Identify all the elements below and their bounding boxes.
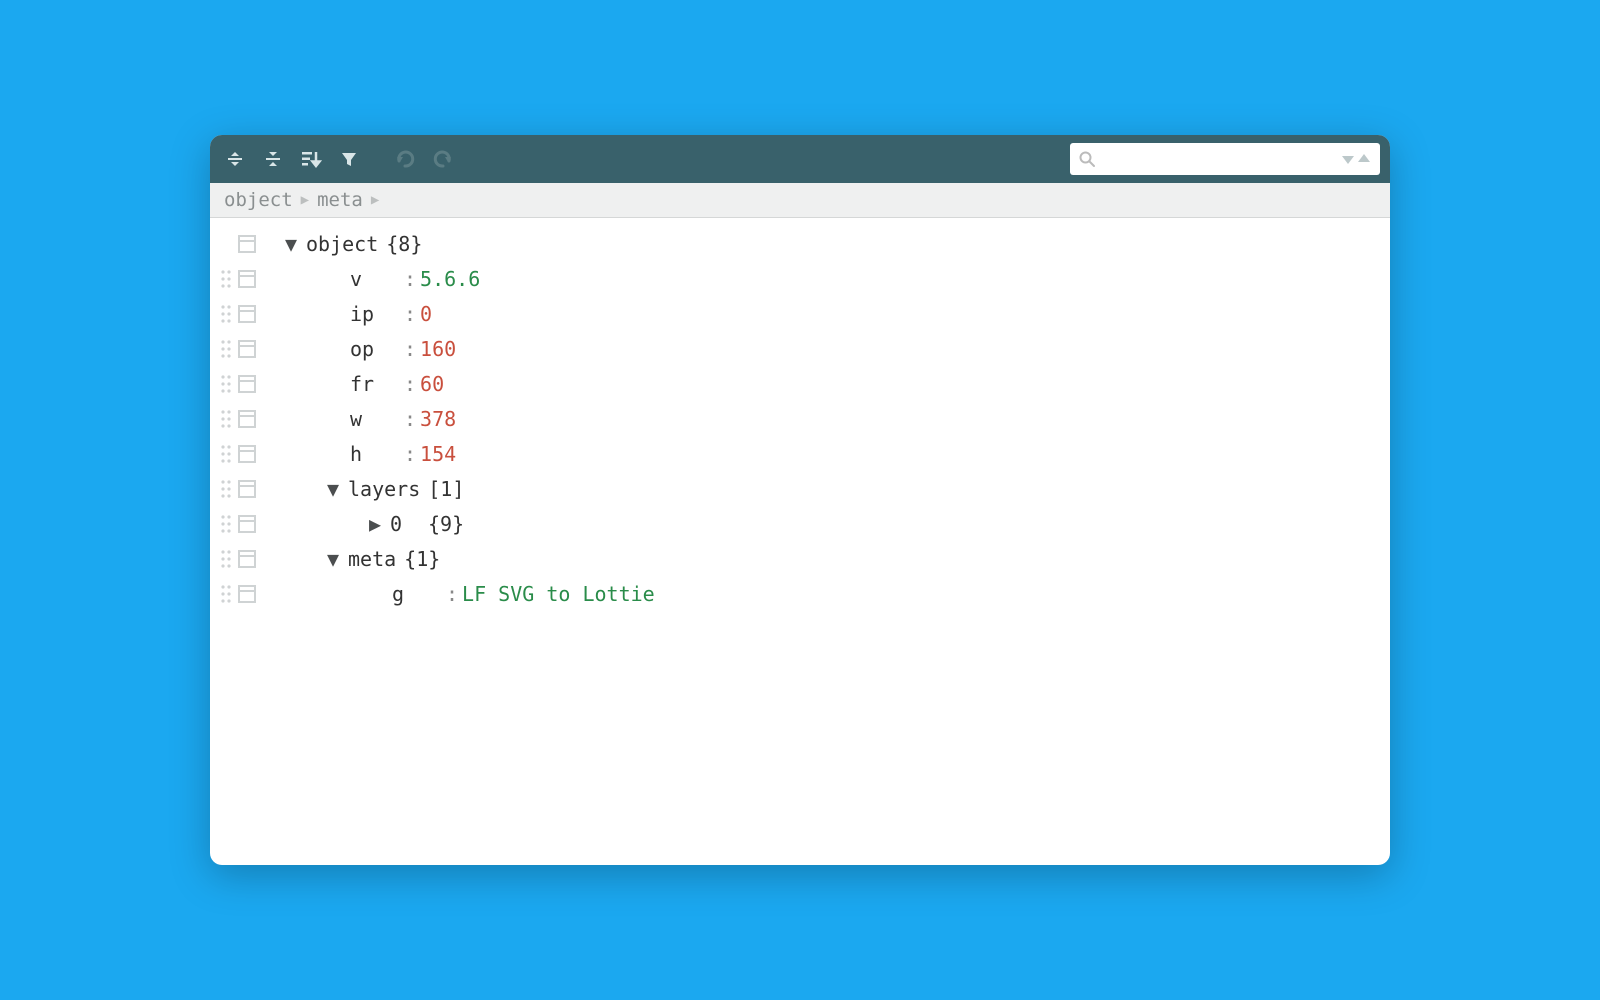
tree-value: 154: [420, 442, 456, 466]
row-menu-button[interactable]: [238, 550, 256, 568]
drag-handle-icon[interactable]: [218, 478, 234, 500]
tree-node-root[interactable]: ▼ object {8}: [210, 226, 1390, 261]
tree-key: g: [392, 582, 442, 606]
drag-handle-icon[interactable]: [218, 303, 234, 325]
breadcrumb: object ▶ meta ▶: [210, 183, 1390, 218]
tree-key: 0: [390, 512, 420, 536]
tree-value: 0: [420, 302, 432, 326]
tree-key: meta: [348, 547, 396, 571]
tree-node-meta[interactable]: ▼ meta {1}: [210, 541, 1390, 576]
colon: :: [404, 372, 416, 396]
row-menu-button[interactable]: [238, 515, 256, 533]
caret-down-icon[interactable]: ▼: [282, 232, 300, 256]
row-menu-button[interactable]: [238, 340, 256, 358]
tree-row[interactable]: ip : 0: [210, 296, 1390, 331]
expand-all-button[interactable]: [220, 144, 250, 174]
search-next-icon[interactable]: [1340, 152, 1356, 166]
row-menu-button[interactable]: [238, 305, 256, 323]
collapse-all-button[interactable]: [258, 144, 288, 174]
colon: :: [404, 442, 416, 466]
undo-button[interactable]: [390, 144, 420, 174]
tree-count: {8}: [386, 232, 422, 256]
tree-key: ip: [350, 302, 400, 326]
tree-key: object: [306, 232, 378, 256]
tree-value: 5.6.6: [420, 267, 480, 291]
tree-value: 378: [420, 407, 456, 431]
drag-handle-icon[interactable]: [218, 583, 234, 605]
search-box[interactable]: [1070, 143, 1380, 175]
tree-node-layers-0[interactable]: ▶ 0 {9}: [210, 506, 1390, 541]
json-tree: ▼ object {8} v : 5.6.6: [210, 218, 1390, 865]
chevron-right-icon: ▶: [301, 192, 309, 208]
drag-handle-icon[interactable]: [218, 338, 234, 360]
filter-button[interactable]: [334, 144, 364, 174]
tree-key: v: [350, 267, 400, 291]
tree-value: 160: [420, 337, 456, 361]
caret-down-icon[interactable]: ▼: [324, 547, 342, 571]
caret-right-icon[interactable]: ▶: [366, 512, 384, 536]
tree-row[interactable]: op : 160: [210, 331, 1390, 366]
tree-node-layers[interactable]: ▼ layers [1]: [210, 471, 1390, 506]
caret-down-icon[interactable]: ▼: [324, 477, 342, 501]
colon: :: [404, 302, 416, 326]
tree-row[interactable]: h : 154: [210, 436, 1390, 471]
tree-value: 60: [420, 372, 444, 396]
colon: :: [446, 582, 458, 606]
redo-button[interactable]: [428, 144, 458, 174]
colon: :: [404, 337, 416, 361]
toolbar: [210, 135, 1390, 183]
drag-handle-icon[interactable]: [218, 548, 234, 570]
search-icon: [1078, 150, 1096, 168]
tree-key: fr: [350, 372, 400, 396]
drag-handle-icon[interactable]: [218, 443, 234, 465]
breadcrumb-segment[interactable]: meta: [317, 189, 363, 211]
colon: :: [404, 267, 416, 291]
drag-handle-icon[interactable]: [218, 513, 234, 535]
row-menu-button[interactable]: [238, 270, 256, 288]
colon: :: [404, 407, 416, 431]
row-menu-button[interactable]: [238, 480, 256, 498]
tree-row[interactable]: fr : 60: [210, 366, 1390, 401]
drag-handle-icon[interactable]: [218, 408, 234, 430]
drag-handle-icon[interactable]: [218, 373, 234, 395]
sort-button[interactable]: [296, 144, 326, 174]
tree-row[interactable]: w : 378: [210, 401, 1390, 436]
row-menu-button[interactable]: [238, 235, 256, 253]
search-input[interactable]: [1102, 150, 1334, 168]
row-menu-button[interactable]: [238, 445, 256, 463]
search-prev-icon[interactable]: [1356, 152, 1372, 166]
tree-key: op: [350, 337, 400, 361]
tree-key: w: [350, 407, 400, 431]
tree-count: {9}: [428, 512, 464, 536]
row-menu-button[interactable]: [238, 375, 256, 393]
row-menu-button[interactable]: [238, 410, 256, 428]
tree-count: {1}: [404, 547, 440, 571]
row-menu-button[interactable]: [238, 585, 256, 603]
chevron-right-icon: ▶: [371, 192, 379, 208]
drag-handle-icon[interactable]: [218, 268, 234, 290]
editor-window: object ▶ meta ▶ ▼ object {8}: [210, 135, 1390, 865]
tree-key: layers: [348, 477, 420, 501]
tree-row[interactable]: v : 5.6.6: [210, 261, 1390, 296]
breadcrumb-segment[interactable]: object: [224, 189, 293, 211]
tree-value: LF SVG to Lottie: [462, 582, 655, 606]
tree-row[interactable]: g : LF SVG to Lottie: [210, 576, 1390, 611]
tree-key: h: [350, 442, 400, 466]
tree-count: [1]: [428, 477, 464, 501]
